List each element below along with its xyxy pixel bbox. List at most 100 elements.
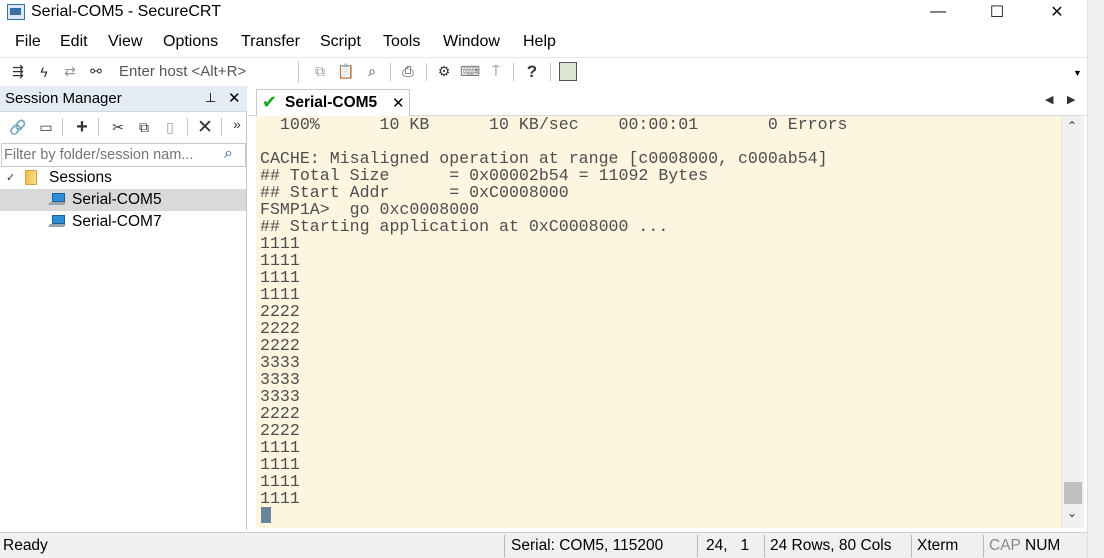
menu-window[interactable]: Window [443,32,500,52]
terminal-line: ## Start Addr = 0xC0008000 [260,183,569,202]
status-cap-lock: CAP [989,537,1021,554]
terminal-line: 2222 [260,404,300,423]
terminal-line: 1111 [260,268,300,287]
terminal-line: ## Total Size = 0x00002b54 = 11092 Bytes [260,166,709,185]
close-panel-icon[interactable]: ✕ [228,89,241,107]
more-chevron-icon[interactable]: » [228,114,246,133]
menu-tools[interactable]: Tools [383,32,420,52]
status-separator [764,535,765,557]
copy-icon[interactable]: ⧉ [311,62,329,81]
scroll-down-icon[interactable]: ⌄ [1067,506,1077,520]
chevron-down-icon[interactable]: ✓ [6,167,15,189]
connect-icon[interactable]: ⇶ [9,62,27,81]
sftp-icon[interactable]: ⍑ [487,62,505,81]
terminal-output: 100% 10 KB 10 KB/sec 00:00:01 0 Errors C… [260,116,848,507]
paste-icon[interactable]: 📋 [337,62,355,81]
terminal-view[interactable]: 100% 10 KB 10 KB/sec 00:00:01 0 Errors C… [256,116,1061,528]
folder-label: Sessions [49,169,112,186]
tab-scroll-right-icon[interactable]: ▶ [1067,93,1075,106]
tab-serial-com5[interactable]: ✔ Serial-COM5 ✕ [256,89,410,116]
serial-session-icon [48,193,66,206]
session-window-icon[interactable]: ▭ [37,118,55,137]
toolbar-separator [98,118,99,136]
terminal-line: 100% 10 KB 10 KB/sec 00:00:01 0 Errors [260,116,848,134]
session-manager-header: Session Manager ⊥ ✕ [0,86,247,112]
terminal-line: 2222 [260,336,300,355]
status-num-lock: NUM [1025,537,1061,554]
status-separator [983,535,984,557]
quick-connect-icon[interactable]: ϟ [35,62,53,81]
find-icon[interactable]: ⌕ [363,62,381,81]
status-terminal-size: 24 Rows, 80 Cols [770,537,892,554]
session-filter-input[interactable] [4,146,220,164]
toolbar-separator [62,118,63,136]
copy-session-icon[interactable]: ⧉ [135,118,153,137]
tab-label: Serial-COM5 [285,94,378,111]
search-icon[interactable]: ⌕ [224,145,233,163]
terminal-scrollbar[interactable]: ⌃ ⌄ [1061,116,1084,528]
terminal-line: 3333 [260,353,300,372]
tree-session-item[interactable]: Serial-COM7 [0,211,246,233]
cut-icon[interactable]: ✂ [109,118,127,137]
folder-icon [25,170,37,185]
minimize-button[interactable]: — [909,0,967,24]
paste-session-icon[interactable]: ▯ [161,118,179,137]
delete-session-icon[interactable]: ✕ [196,117,214,138]
serial-session-icon [48,215,66,228]
reconnect-icon[interactable]: ⇄ [61,62,79,81]
menu-script[interactable]: Script [320,32,361,52]
main-toolbar: ⇶ ϟ ⇄ ⚯ Enter host <Alt+R> ⧉ 📋 ⌕ ⎙ ⚙ ⌨ ⍑… [0,57,1087,86]
tree-session-item[interactable]: Serial-COM5 [0,189,246,211]
tree-folder-sessions[interactable]: ✓ Sessions [0,167,246,189]
new-session-icon[interactable]: + [73,116,91,138]
tab-scroll-left-icon[interactable]: ◀ [1045,93,1053,106]
terminal-line: 2222 [260,421,300,440]
toolbar-separator [221,118,222,136]
toolbar-overflow-chevron-icon[interactable]: ▼ [1073,68,1082,78]
close-tab-icon[interactable]: ✕ [392,94,405,112]
menu-bar: File Edit View Options Transfer Script T… [0,30,1087,54]
terminal-line: 1111 [260,455,300,474]
terminal-line: 1111 [260,234,300,253]
quick-connect-input[interactable]: Enter host <Alt+R> [113,61,299,83]
toolbar-separator [426,63,427,81]
terminal-line: 3333 [260,370,300,389]
terminal-line: 1111 [260,489,300,508]
terminal-line: 1111 [260,251,300,270]
help-icon[interactable]: ? [523,62,541,81]
menu-file[interactable]: File [15,32,41,52]
session-manager-title: Session Manager [5,90,122,107]
settings-icon[interactable]: ⚙ [435,62,453,81]
toolbar-separator [550,63,551,81]
menu-view[interactable]: View [108,32,142,52]
terminal-line: 2222 [260,319,300,338]
keymap-icon[interactable]: ⌨ [460,62,480,81]
session-label: Serial-COM7 [72,213,162,230]
scrollbar-thumb[interactable] [1064,482,1082,504]
window-title: Serial-COM5 - SecureCRT [31,3,221,20]
menu-edit[interactable]: Edit [60,32,88,52]
print-icon[interactable]: ⎙ [399,62,417,81]
maximize-button[interactable]: ☐ [968,0,1026,24]
window-edge-scroll [1087,0,1104,558]
session-label: Serial-COM5 [72,191,162,208]
status-cursor-position: 24, 1 [706,537,750,554]
toolbar-separator [187,118,188,136]
close-window-button[interactable]: ✕ [1028,0,1086,24]
scroll-up-icon[interactable]: ⌃ [1067,119,1077,133]
terminal-line: CACHE: Misaligned operation at range [c0… [260,149,828,168]
menu-options[interactable]: Options [163,32,218,52]
connected-check-icon: ✔ [262,92,278,112]
securecrt-app-icon [7,4,25,20]
menu-transfer[interactable]: Transfer [241,32,300,52]
status-bar: Ready Serial: COM5, 115200 24, 1 24 Rows… [0,532,1087,558]
title-bar: Serial-COM5 - SecureCRT — ☐ ✕ [0,0,1087,28]
pin-icon[interactable]: ⊥ [205,90,216,106]
disconnect-icon[interactable]: ⚯ [87,62,105,81]
status-separator [911,535,912,557]
toolbar-separator [513,63,514,81]
link-icon[interactable]: 🔗 [9,118,27,137]
app-icon[interactable] [559,62,577,81]
status-separator [504,535,505,557]
menu-help[interactable]: Help [523,32,556,52]
